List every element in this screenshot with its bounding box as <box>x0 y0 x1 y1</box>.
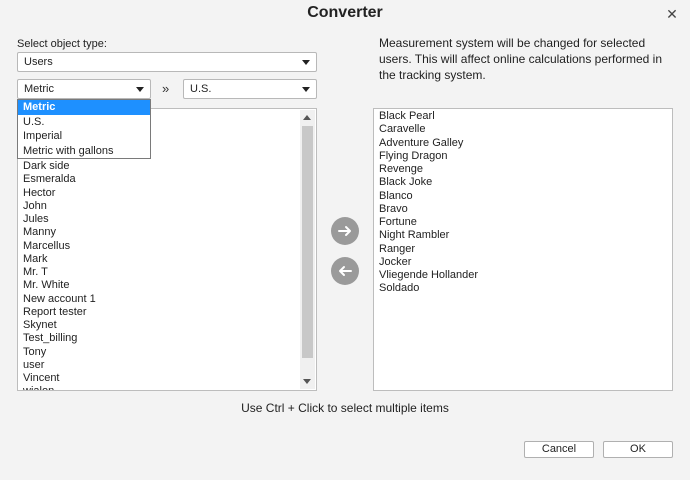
source-list-item[interactable]: Tony <box>23 346 96 359</box>
target-list-item[interactable]: Adventure Galley <box>379 137 478 150</box>
target-list-item[interactable]: Night Rambler <box>379 229 478 242</box>
info-text: Measurement system will be changed for s… <box>379 36 663 82</box>
chevron-down-icon <box>302 87 310 92</box>
object-type-select[interactable]: Users <box>17 52 317 72</box>
arrow-left-icon <box>339 266 352 276</box>
dropdown-option[interactable]: Imperial <box>18 129 150 144</box>
source-list-item[interactable]: Dark side <box>23 160 96 173</box>
arrow-right-icon <box>338 226 351 236</box>
to-system-value: U.S. <box>190 83 212 95</box>
target-list-item[interactable]: Black Joke <box>379 176 478 189</box>
scroll-up-icon[interactable] <box>303 115 311 120</box>
source-list-item[interactable]: Esmeralda <box>23 173 96 186</box>
move-right-button[interactable] <box>331 217 359 245</box>
dialog-title: Converter <box>307 4 383 21</box>
dropdown-option[interactable]: U.S. <box>18 115 150 130</box>
target-list-item[interactable]: Ranger <box>379 243 478 256</box>
chevron-down-icon <box>302 60 310 65</box>
source-list-item[interactable]: Vincent <box>23 372 96 385</box>
target-list-item[interactable]: Revenge <box>379 163 478 176</box>
target-list-item[interactable]: Vliegende Hollander <box>379 269 478 282</box>
source-list-item[interactable]: Mr. T <box>23 266 96 279</box>
source-list-item[interactable]: Mark <box>23 253 96 266</box>
scroll-thumb[interactable] <box>302 126 313 358</box>
from-system-value: Metric <box>24 83 54 95</box>
to-system-select[interactable]: U.S. <box>183 79 317 99</box>
title-bar: Converter ✕ <box>0 0 690 28</box>
source-list-item[interactable]: Hector <box>23 187 96 200</box>
source-list-scrollbar[interactable] <box>300 110 315 389</box>
from-system-select[interactable]: Metric <box>17 79 151 99</box>
target-list-item[interactable]: Black Pearl <box>379 110 478 123</box>
source-list-item[interactable]: Mr. White <box>23 279 96 292</box>
source-list-item[interactable]: Jules <box>23 213 96 226</box>
source-list-item[interactable]: Manny <box>23 226 96 239</box>
multi-select-hint: Use Ctrl + Click to select multiple item… <box>241 401 449 415</box>
source-list-item[interactable]: user <box>23 359 96 372</box>
source-list-item[interactable]: Skynet <box>23 319 96 332</box>
target-list-items: Black Pearl Caravelle Adventure Galley Flyi… <box>379 110 478 296</box>
source-list-item[interactable]: wialon <box>23 385 96 390</box>
from-system-dropdown: Metric U.S. Imperial Metric with gallons <box>17 99 151 159</box>
target-list-item[interactable]: Caravelle <box>379 123 478 136</box>
source-list-item[interactable]: Test_billing <box>23 332 96 345</box>
scroll-down-icon[interactable] <box>303 379 311 384</box>
object-type-value: Users <box>24 56 53 68</box>
target-list-item[interactable]: Jocker <box>379 256 478 269</box>
target-list-item[interactable]: Flying Dragon <box>379 150 478 163</box>
target-list-item[interactable]: Bravo <box>379 203 478 216</box>
dropdown-option[interactable]: Metric <box>18 100 150 115</box>
target-list-item[interactable]: Soldado <box>379 282 478 295</box>
source-list-item[interactable]: John <box>23 200 96 213</box>
ok-button[interactable]: OK <box>603 441 673 458</box>
dropdown-option[interactable]: Metric with gallons <box>18 144 150 159</box>
move-left-button[interactable] <box>331 257 359 285</box>
close-icon[interactable]: ✕ <box>666 7 678 21</box>
target-list-item[interactable]: Fortune <box>379 216 478 229</box>
chevron-down-icon <box>136 87 144 92</box>
target-list[interactable]: Black Pearl Caravelle Adventure Galley Flyi… <box>373 108 673 391</box>
cancel-button[interactable]: Cancel <box>524 441 594 458</box>
convert-direction-icon: » <box>162 81 170 96</box>
source-list-item[interactable]: Marcellus <box>23 240 96 253</box>
source-list-item[interactable]: New account 1 <box>23 293 96 306</box>
source-list-item[interactable]: Report tester <box>23 306 96 319</box>
object-type-label: Select object type: <box>17 38 107 50</box>
source-list-items: Dark side Esmeralda Hector John Jules Manny Ma… <box>23 160 96 390</box>
target-list-item[interactable]: Blanco <box>379 190 478 203</box>
